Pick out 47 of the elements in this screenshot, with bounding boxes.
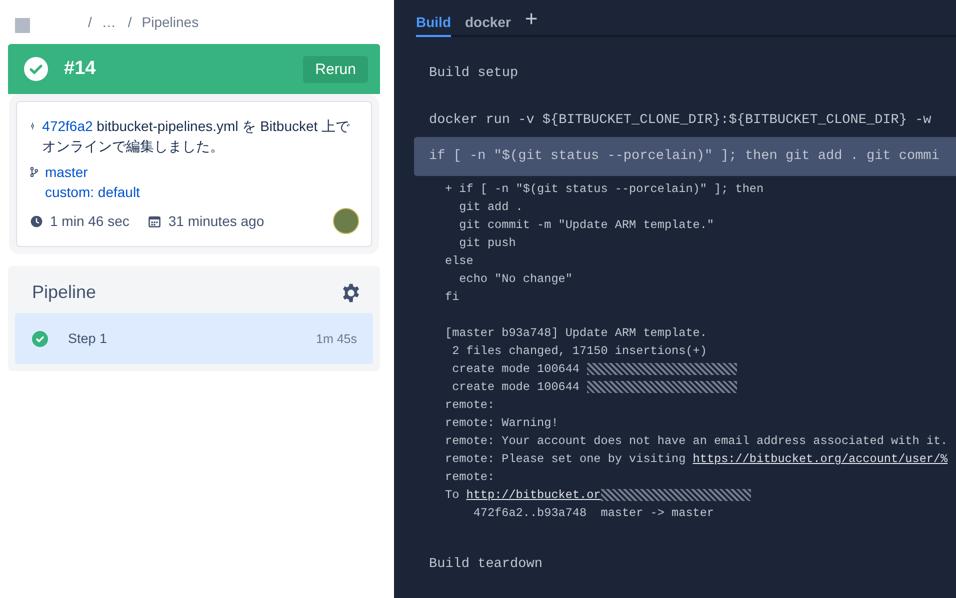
log-line: else: [445, 253, 474, 270]
avatar[interactable]: [333, 208, 359, 234]
log-link[interactable]: https://bitbucket.org/account/user/%: [692, 450, 948, 468]
log-line: create mode 100644: [451, 379, 581, 396]
log-section-title: Build teardown: [428, 556, 544, 574]
log-line: remote:: [445, 397, 495, 414]
log-line: create mode 100644: [451, 361, 581, 378]
branch-icon: [30, 165, 38, 179]
build-duration: 1 min 46 sec: [50, 213, 130, 229]
check-icon: [24, 57, 48, 81]
pipeline-link[interactable]: custom: default: [45, 182, 140, 202]
settings-icon[interactable]: [341, 282, 361, 302]
breadcrumb-separator: /: [128, 14, 132, 30]
commit-message: 472f6a2 bitbucket-pipelines.yml を Bitbucket 上でオンラインで編集しました。: [42, 117, 351, 156]
panel-title: Pipeline: [32, 282, 96, 303]
log-line: remote: Please set one by visiting: [445, 451, 687, 468]
log-link[interactable]: http://bitbucket.or: [466, 486, 601, 504]
pipeline-step[interactable]: Step 1 1m 45s: [15, 313, 373, 364]
breadcrumb-separator: /: [88, 14, 92, 30]
breadcrumb-link[interactable]: Pipelines: [142, 14, 199, 30]
log-line: git push: [458, 235, 516, 252]
log-tab[interactable]: Build: [416, 14, 451, 37]
log-line: remote:: [445, 469, 495, 486]
log-line: To: [445, 487, 460, 504]
log-tab[interactable]: docker: [465, 14, 511, 37]
clock-icon: [30, 214, 43, 228]
breadcrumb-link[interactable]: …: [102, 14, 116, 30]
log-line: remote: Warning!: [445, 415, 558, 432]
branch-link[interactable]: master: [45, 162, 140, 182]
repository-icon: [15, 18, 30, 32]
calendar-icon: [148, 214, 162, 228]
log-line: echo "No change": [458, 271, 572, 288]
log-line: 2 files changed, 17150 insertions(+): [451, 343, 707, 360]
log-line: + if [ -n "$(git status --porcelain)" ]; then: [445, 181, 764, 198]
log-line: fi: [445, 289, 460, 306]
commit-hash-link[interactable]: 472f6a2: [42, 118, 93, 134]
log-section-title: Build setup: [428, 65, 520, 83]
log-line: git add .: [458, 199, 523, 216]
build-time: 31 minutes ago: [168, 213, 264, 229]
log-line: [master b93a748] Update ARM template.: [445, 325, 707, 342]
build-number: #14: [64, 58, 97, 80]
log-line: git commit -m "Update ARM template.": [458, 217, 714, 234]
log-line: 472f6a2..b93a748 master -> master: [472, 505, 714, 522]
log-command[interactable]: if [ -n "$(git status --porcelain)" ]; then git add . git commi: [414, 137, 956, 176]
log-command[interactable]: docker run -v ${BITBUCKET_CLONE_DIR}:${BITBUCKET_CLONE_DIR} -w: [394, 109, 956, 133]
add-tab-button[interactable]: +: [524, 8, 538, 35]
log-line: remote: Your account does not have an email address associated with it.: [445, 433, 948, 450]
